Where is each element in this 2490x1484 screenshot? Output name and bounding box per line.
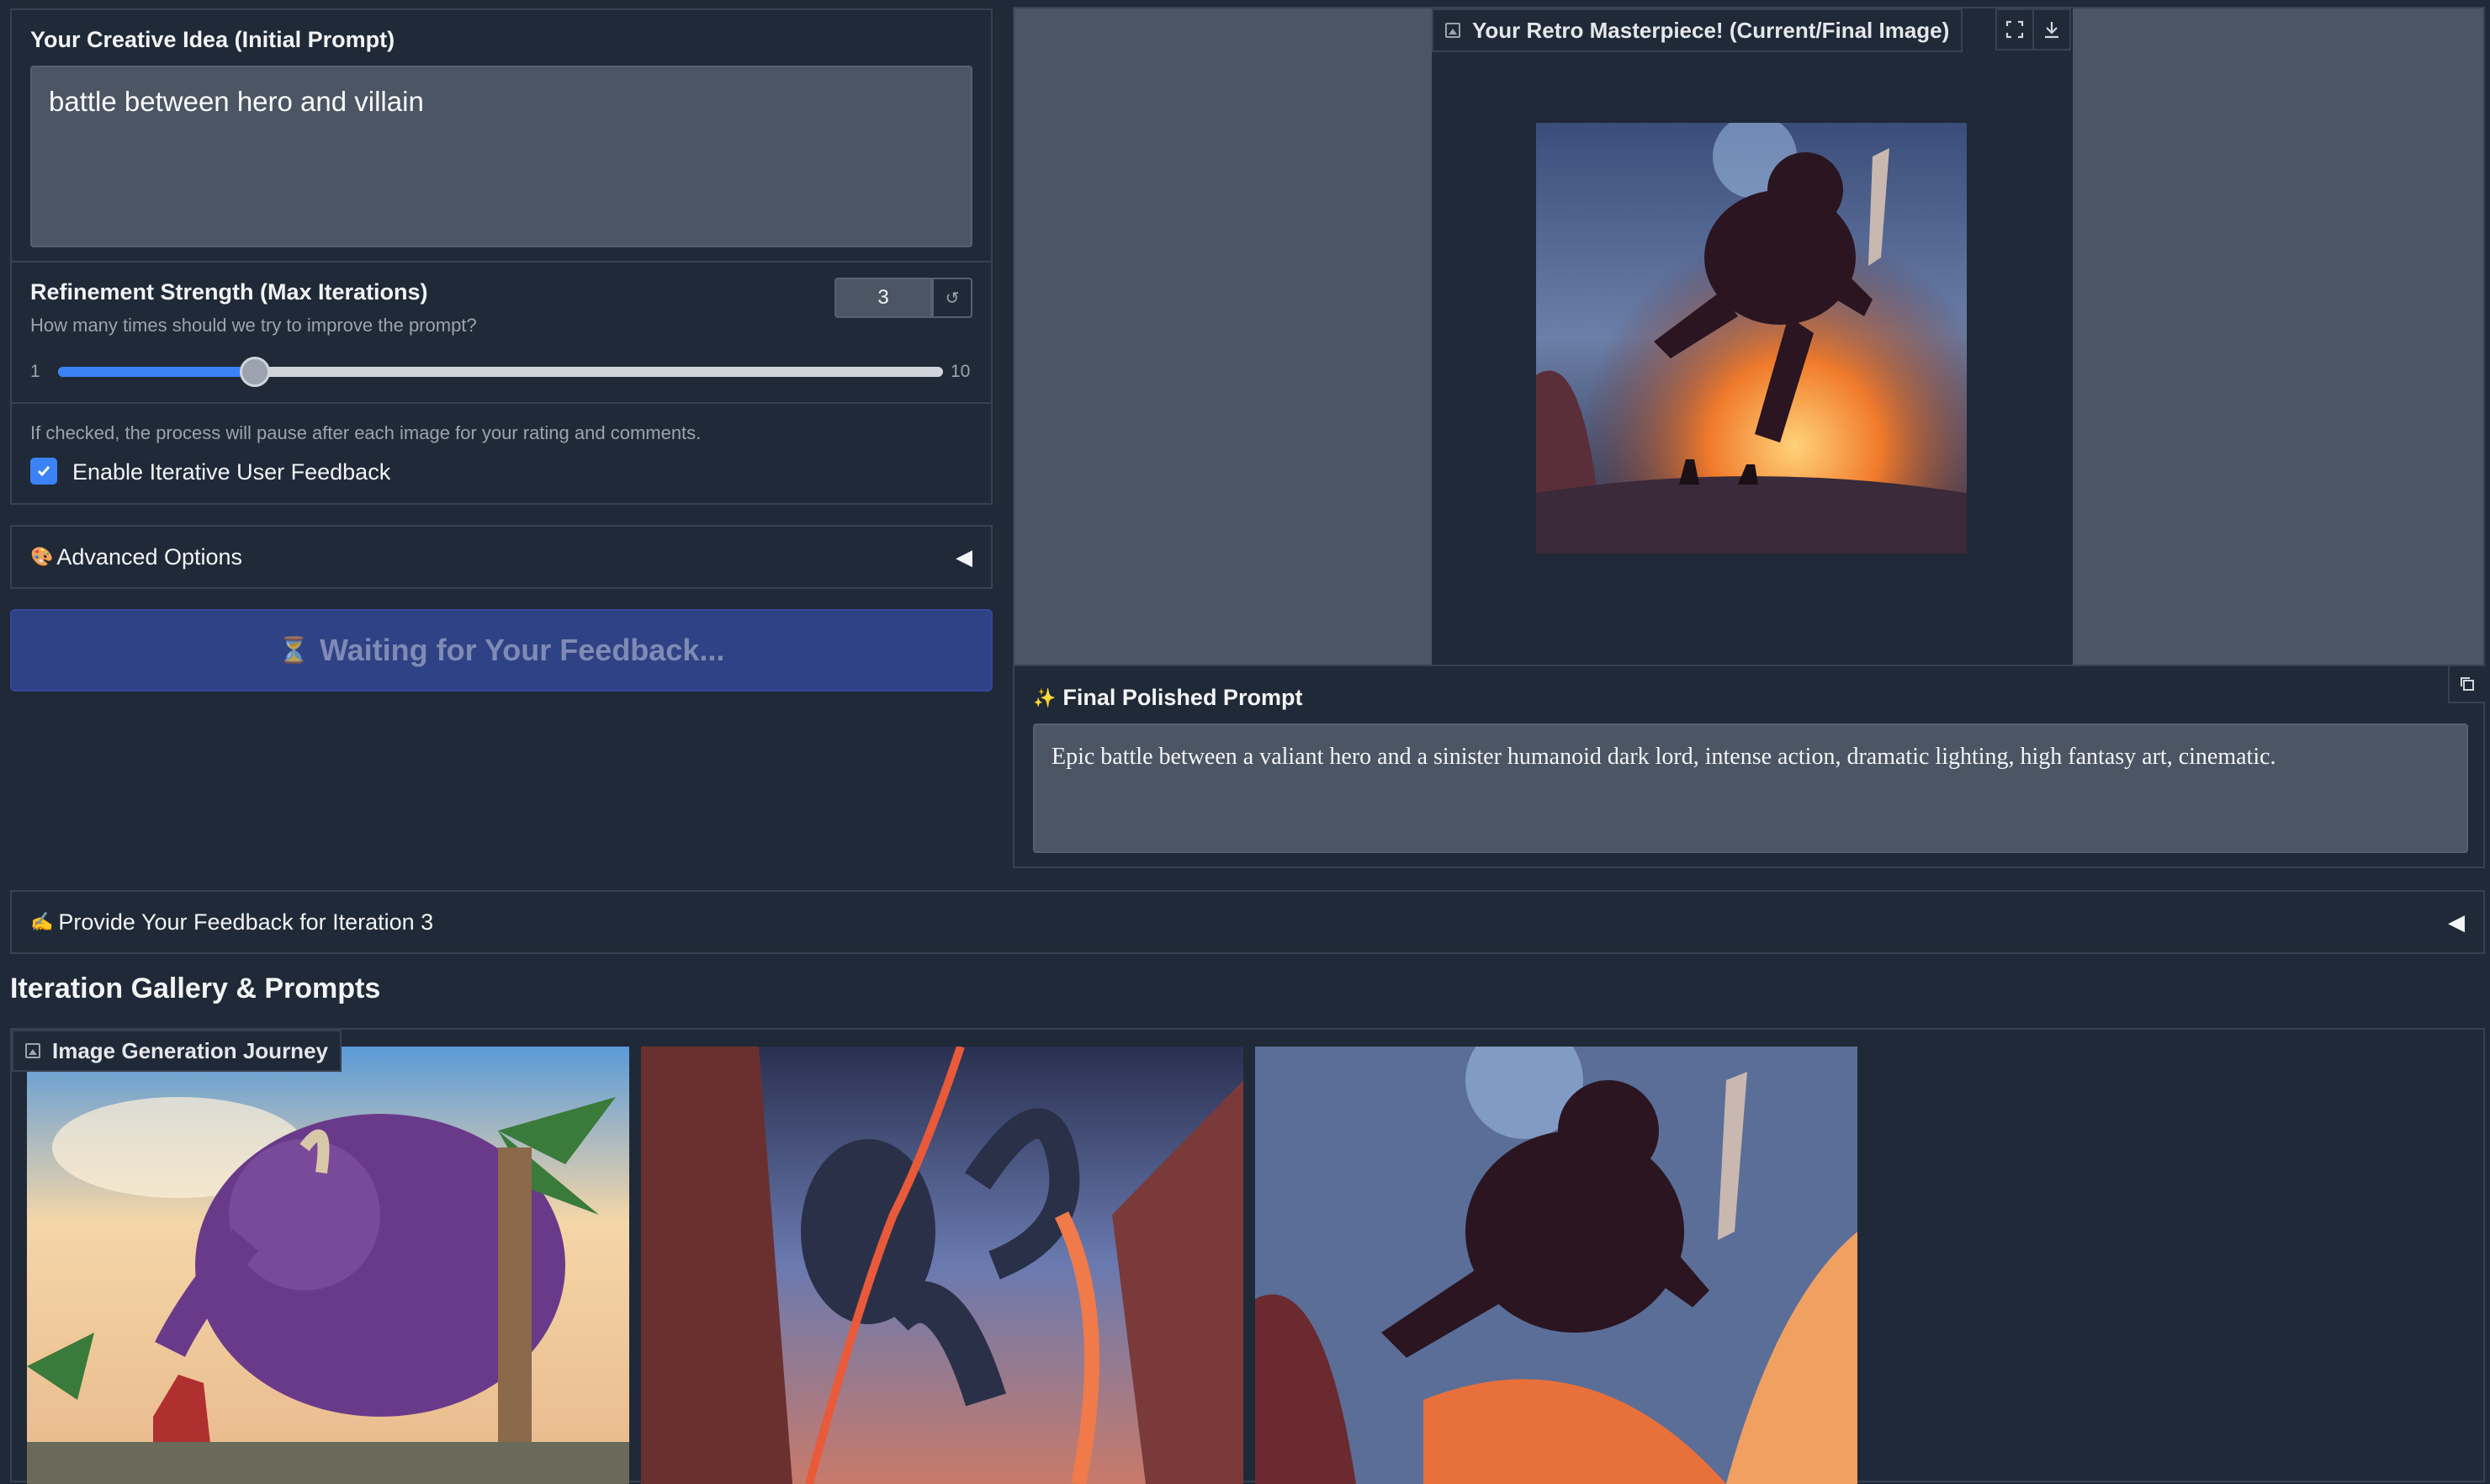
advanced-options-header: 🎨 Advanced Options	[30, 544, 242, 570]
fullscreen-button[interactable]	[1995, 8, 2034, 50]
waiting-feedback-label: Waiting for Your Feedback...	[319, 633, 725, 667]
fullscreen-icon	[2005, 20, 2024, 39]
gallery-thumbnail-2[interactable]	[641, 1047, 1243, 1484]
gallery-label-tag: Image Generation Journey	[12, 1030, 342, 1072]
download-icon	[2045, 22, 2058, 39]
feedback-accordion-header: ✍️ Provide Your Feedback for Iteration 3	[30, 909, 433, 935]
initial-prompt-block: Your Creative Idea (Initial Prompt) batt…	[10, 8, 993, 262]
feedback-accordion-label: Provide Your Feedback for Iteration 3	[58, 909, 434, 935]
writing-hand-icon: ✍️	[30, 911, 54, 932]
refinement-label: Refinement Strength (Max Iterations)	[30, 279, 428, 305]
feedback-accordion[interactable]: ✍️ Provide Your Feedback for Iteration 3…	[10, 890, 2485, 954]
current-image-frame	[1432, 8, 2073, 666]
copy-icon	[2461, 677, 2474, 691]
collapse-arrow-icon: ◀	[2448, 909, 2465, 935]
slider-min-label: 1	[30, 362, 40, 381]
gallery-label: Image Generation Journey	[52, 1037, 328, 1063]
sparkles-icon: ✨	[1033, 686, 1057, 708]
refinement-info: How many times should we try to improve …	[30, 315, 477, 336]
slider-fill	[58, 367, 255, 377]
reset-icon: ↺	[945, 289, 960, 308]
feedback-checkbox[interactable]	[30, 458, 57, 485]
image-icon	[25, 1043, 40, 1058]
iterations-slider[interactable]	[58, 357, 943, 387]
current-image[interactable]	[1536, 123, 1967, 554]
reset-button[interactable]: ↺	[932, 278, 972, 318]
gallery-thumbnail-3[interactable]	[1255, 1047, 1857, 1484]
final-prompt-block: ✨ Final Polished Prompt Epic battle betw…	[1013, 665, 2485, 868]
feedback-toggle-info: If checked, the process will pause after…	[30, 422, 702, 443]
current-image-label-tag: Your Retro Masterpiece! (Current/Final I…	[1432, 8, 1963, 52]
final-prompt-textarea[interactable]: Epic battle between a valiant hero and a…	[1033, 723, 2468, 853]
iterations-number-input[interactable]: 3	[834, 278, 932, 318]
final-prompt-header: ✨ Final Polished Prompt	[1033, 685, 1302, 711]
download-button[interactable]	[2032, 8, 2071, 50]
slider-thumb[interactable]	[239, 357, 270, 387]
hourglass-icon: ⏳	[278, 636, 310, 665]
current-image-panel: Your Retro Masterpiece! (Current/Final I…	[1013, 7, 2485, 666]
initial-prompt-textarea[interactable]: battle between hero and villain	[30, 66, 972, 247]
final-prompt-label: Final Polished Prompt	[1062, 685, 1303, 710]
copy-button[interactable]	[2448, 666, 2485, 703]
slider-max-label: 10	[951, 362, 971, 381]
gallery-panel: Image Generation Journey	[10, 1028, 2485, 1484]
feedback-toggle-block: If checked, the process will pause after…	[10, 402, 993, 505]
check-icon	[37, 466, 50, 477]
image-icon	[1445, 23, 1460, 38]
waiting-feedback-button[interactable]: ⏳ Waiting for Your Feedback...	[10, 609, 993, 692]
gallery-thumbnail-1[interactable]	[27, 1047, 629, 1484]
refinement-block: Refinement Strength (Max Iterations) How…	[10, 261, 993, 404]
collapse-arrow-icon: ◀	[956, 543, 972, 570]
gallery-heading: Iteration Gallery & Prompts	[10, 973, 381, 1004]
advanced-options-accordion[interactable]: 🎨 Advanced Options ◀	[10, 525, 993, 589]
feedback-checkbox-label[interactable]: Enable Iterative User Feedback	[72, 459, 390, 485]
advanced-options-label: Advanced Options	[56, 543, 243, 570]
initial-prompt-label: Your Creative Idea (Initial Prompt)	[30, 27, 395, 52]
palette-icon: 🎨	[30, 546, 54, 567]
current-image-label: Your Retro Masterpiece! (Current/Final I…	[1472, 17, 1950, 43]
